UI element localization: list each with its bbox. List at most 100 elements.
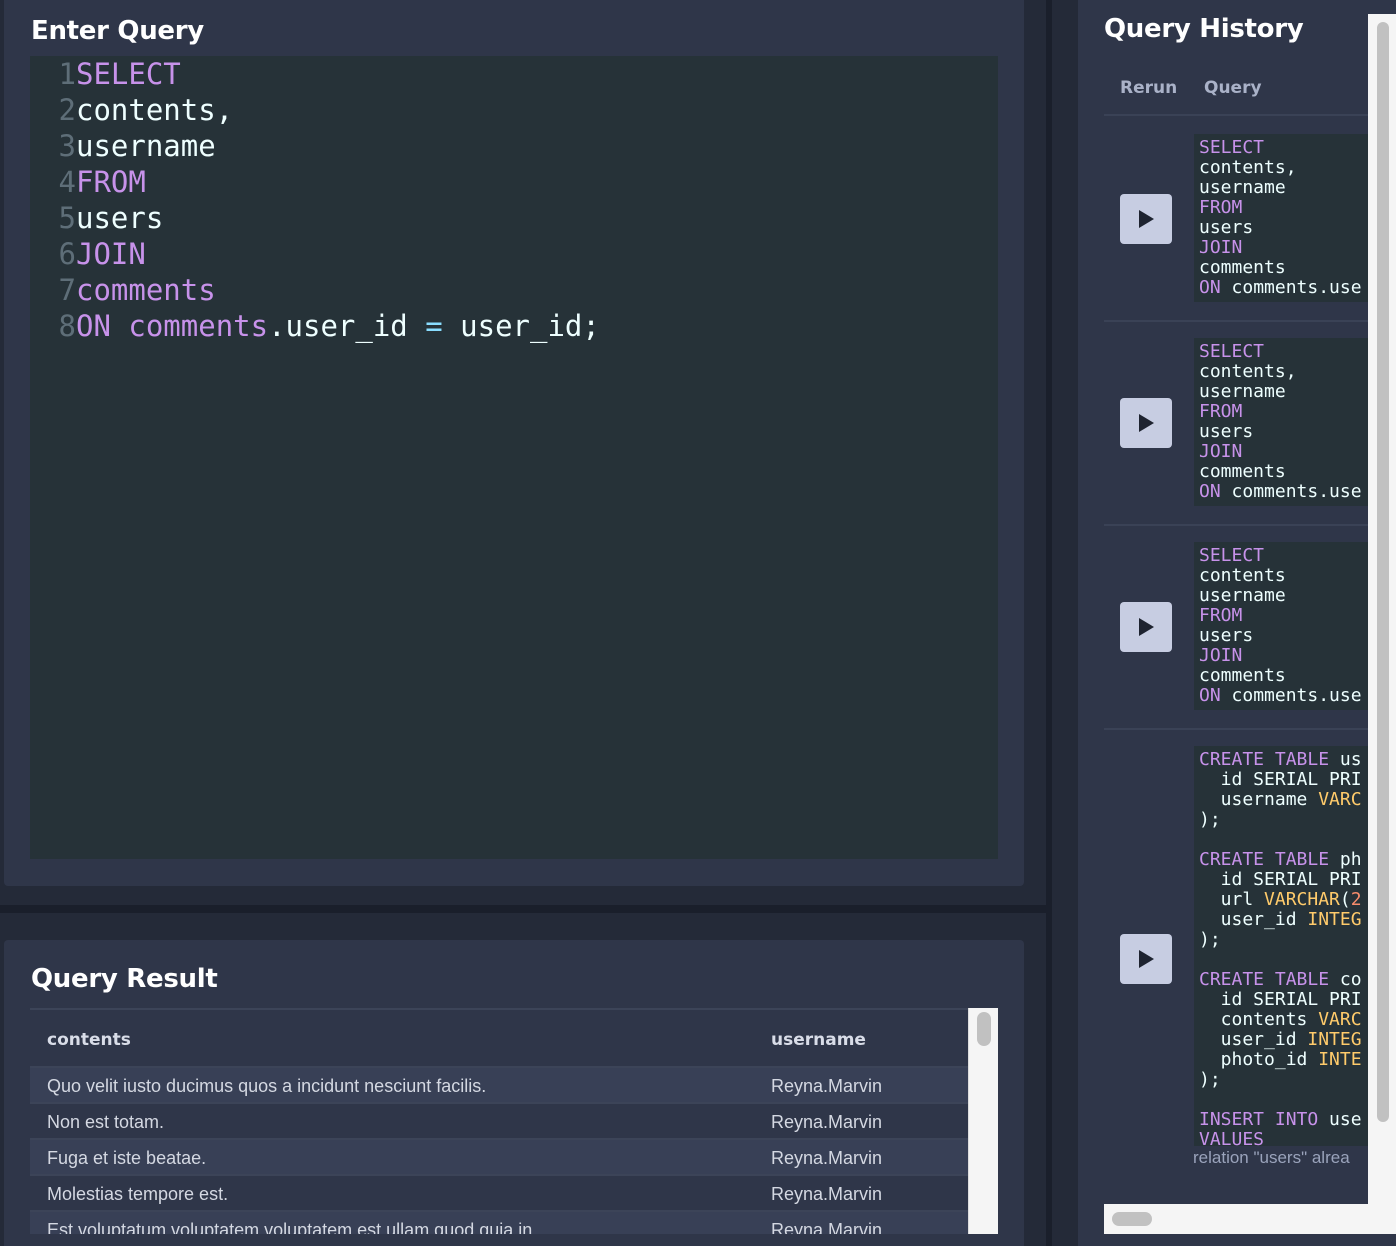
code-line[interactable]: 5 users — [30, 200, 164, 236]
code-token: JOIN — [76, 237, 146, 271]
history-code-line: SELECT — [1199, 342, 1394, 362]
code-text: FROM — [76, 165, 146, 199]
code-token: id SERIAL PRI — [1199, 989, 1362, 1010]
code-token: users — [76, 201, 164, 235]
code-line[interactable]: 3 username — [30, 128, 216, 164]
history-code-line: username — [1199, 586, 1394, 606]
code-line[interactable]: 4 FROM — [30, 164, 146, 200]
history-code-line: comments — [1199, 462, 1394, 482]
code-text: comments — [76, 273, 216, 307]
code-token: ON — [1199, 277, 1221, 298]
code-token: contents — [1199, 565, 1286, 586]
rerun-button[interactable] — [1120, 398, 1172, 448]
history-row: SELECT contents, username FROM users JOIN comm… — [1104, 118, 1396, 322]
history-code-line: url VARCHAR(2 — [1199, 890, 1394, 910]
history-code-line: user_id INTEG — [1199, 910, 1394, 930]
code-token: username — [1199, 177, 1286, 198]
history-code-line: username — [1199, 382, 1394, 402]
vertical-resize-handle[interactable] — [1046, 0, 1078, 1246]
history-code-line: users — [1199, 422, 1394, 442]
play-icon — [1139, 414, 1154, 432]
code-token: CREATE TABLE — [1199, 849, 1330, 870]
code-token: ); — [1199, 1069, 1221, 1090]
code-token: VARCHAR — [1264, 889, 1340, 910]
sql-editor[interactable]: 1 SELECT 2 contents, 3 username 4 FROM 5 users 6 JO… — [30, 56, 998, 859]
history-query-code[interactable]: SELECT contents, username FROM users JOIN comm… — [1194, 338, 1394, 506]
column-header-contents: contents — [47, 1030, 131, 1050]
history-query-code[interactable]: SELECT contents username FROM users JOIN comme… — [1194, 542, 1394, 710]
code-token: CREATE TABLE — [1199, 749, 1330, 770]
line-number: 1 — [58, 57, 76, 91]
history-panel-title: Query History — [1104, 14, 1304, 44]
history-code-line: JOIN — [1199, 442, 1394, 462]
history-code-line: contents, — [1199, 362, 1394, 382]
history-code-line: users — [1199, 218, 1394, 238]
history-code-line: ON comments.use — [1199, 482, 1394, 502]
code-token: id SERIAL PRI — [1199, 869, 1362, 890]
code-token: comments — [1199, 665, 1286, 686]
history-horizontal-scrollbar[interactable] — [1104, 1204, 1396, 1234]
play-icon — [1139, 618, 1154, 636]
code-line[interactable]: 1 SELECT — [30, 56, 181, 92]
code-token: username — [76, 129, 216, 163]
code-token: use — [1318, 1109, 1362, 1130]
code-token: ON — [1199, 685, 1221, 706]
code-token: JOIN — [1199, 237, 1243, 258]
history-code-line: ); — [1199, 930, 1394, 950]
code-token: id SERIAL PRI — [1199, 769, 1362, 790]
history-code-line: INSERT INTO use — [1199, 1110, 1394, 1130]
code-token: VALUES — [1199, 1129, 1265, 1147]
history-query-code[interactable]: CREATE TABLE us id SERIAL PRI username V… — [1194, 746, 1394, 1146]
column-header-username: username — [771, 1030, 866, 1050]
code-token: VARC — [1318, 789, 1362, 810]
rerun-button[interactable] — [1120, 194, 1172, 244]
history-code-line: ); — [1199, 810, 1394, 830]
line-number: 3 — [58, 129, 76, 163]
play-icon — [1139, 210, 1154, 228]
code-token: users — [1199, 217, 1254, 238]
code-token: us — [1329, 749, 1362, 770]
code-line[interactable]: 7 comments — [30, 272, 216, 308]
rerun-button[interactable] — [1120, 602, 1172, 652]
code-token: comments — [128, 309, 269, 343]
play-icon — [1139, 950, 1154, 968]
code-token: INTEG — [1307, 1029, 1362, 1050]
history-code-line: user_id INTEG — [1199, 1030, 1394, 1050]
code-line[interactable]: 6 JOIN — [30, 236, 146, 272]
scrollbar-thumb[interactable] — [1377, 22, 1389, 1122]
code-text: SELECT — [76, 57, 181, 91]
history-query-code[interactable]: SELECT contents, username FROM users JOIN comm… — [1194, 134, 1394, 302]
table-row: Non est totam. Reyna.Marvin — [30, 1104, 968, 1140]
history-code-line: CREATE TABLE ph — [1199, 850, 1394, 870]
line-number: 5 — [58, 201, 76, 235]
history-code-line: id SERIAL PRI — [1199, 870, 1394, 890]
history-code-line — [1199, 1090, 1394, 1110]
rerun-button[interactable] — [1120, 934, 1172, 984]
history-code-line: FROM — [1199, 402, 1394, 422]
code-token: JOIN — [1199, 441, 1243, 462]
horizontal-resize-handle[interactable] — [0, 905, 1046, 913]
code-token: contents, — [76, 93, 234, 127]
scrollbar-thumb[interactable] — [1112, 1212, 1152, 1226]
code-token: INSERT INTO — [1199, 1109, 1319, 1130]
code-token: JOIN — [1199, 645, 1243, 666]
code-token: INTEG — [1307, 909, 1362, 930]
code-token: users — [1199, 421, 1254, 442]
cell-username: Reyna.Marvin — [771, 1112, 883, 1132]
history-panel: Query History Rerun Query SELECT contents… — [1078, 0, 1396, 1246]
line-number: 2 — [58, 93, 76, 127]
line-number: 4 — [58, 165, 76, 199]
code-line[interactable]: 8 ON comments.user_id = user_id; — [30, 308, 600, 344]
code-line[interactable]: 2 contents, — [30, 92, 234, 128]
history-error-message: relation "users" alrea — [1193, 1148, 1350, 1167]
result-vertical-scrollbar[interactable] — [968, 1008, 998, 1234]
code-token: comments.use — [1220, 685, 1362, 706]
table-row: Fuga et iste beatae. Reyna.Marvin — [30, 1140, 968, 1176]
history-vertical-scrollbar[interactable] — [1368, 14, 1396, 1204]
scrollbar-thumb[interactable] — [977, 1012, 991, 1046]
history-code-line: users — [1199, 626, 1394, 646]
line-number: 7 — [58, 273, 76, 307]
history-table-header: Rerun Query — [1104, 60, 1396, 116]
code-token: comments — [76, 273, 216, 307]
